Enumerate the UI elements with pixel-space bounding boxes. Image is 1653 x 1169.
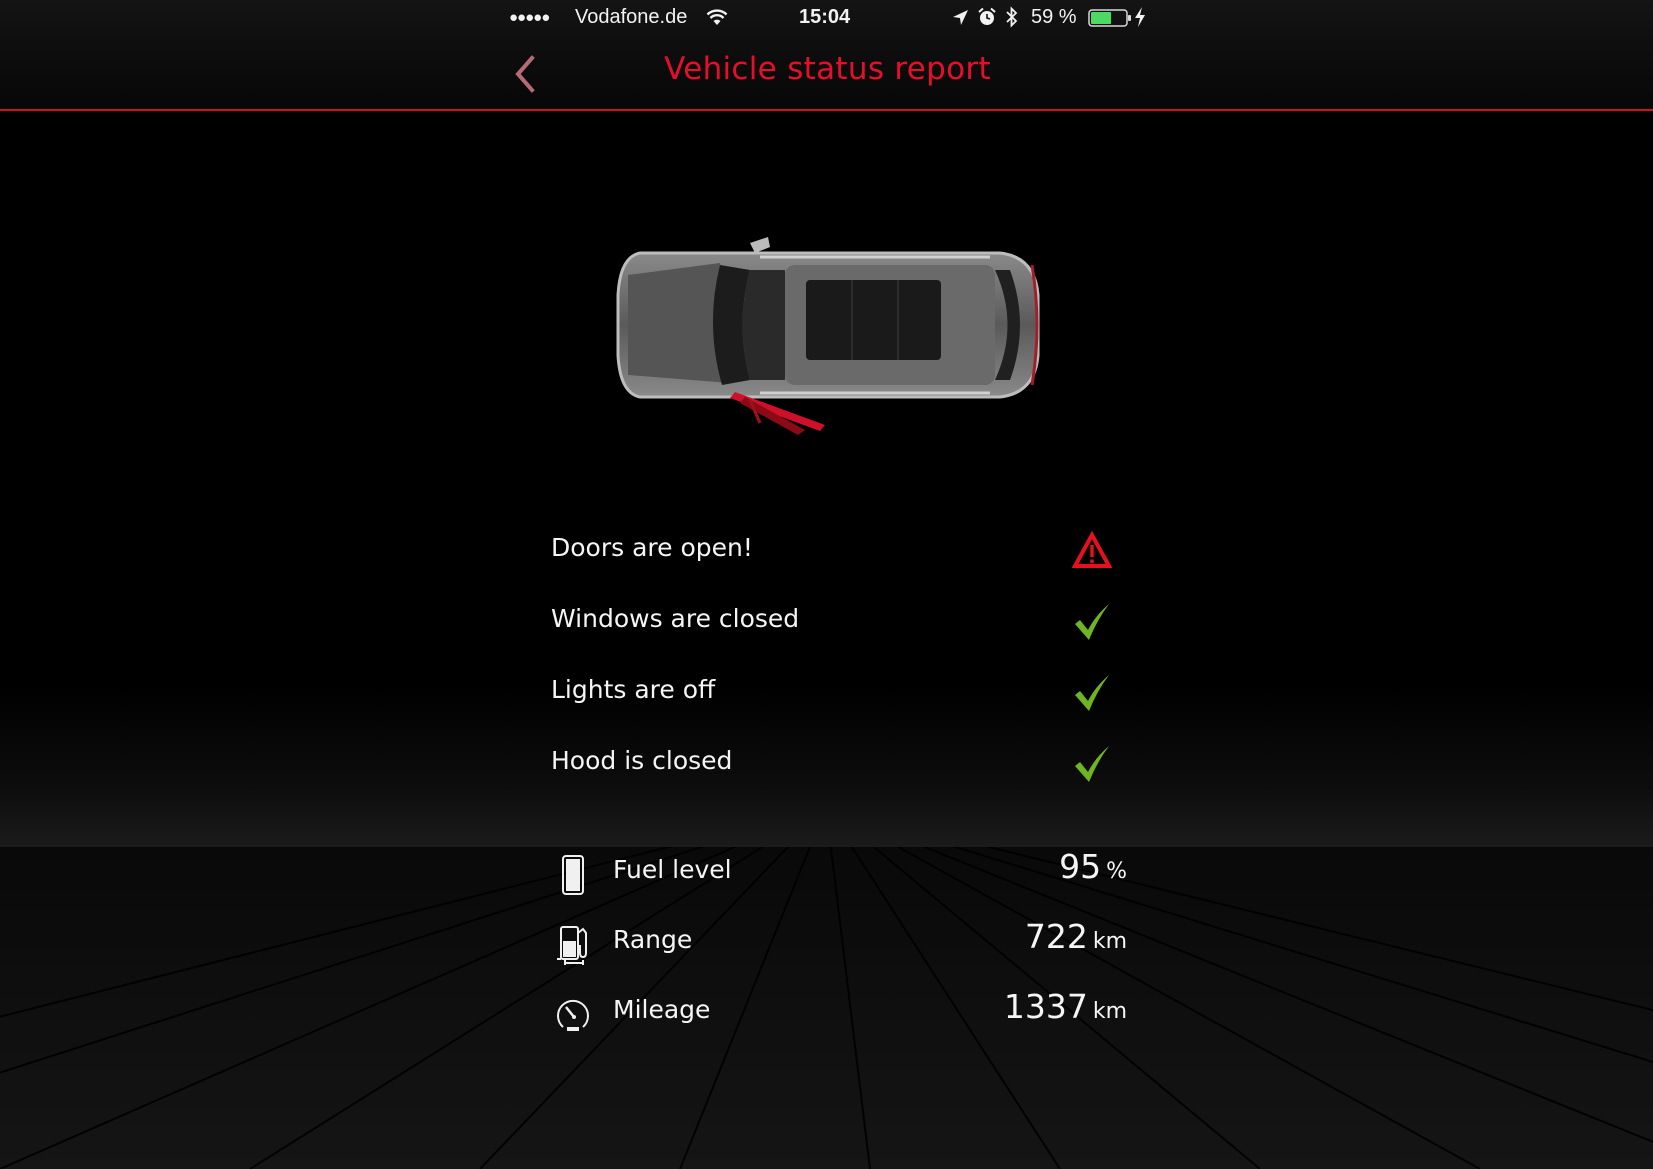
vehicle-metrics: Fuel level 95% Range 722 km Mileage 1337 k… [555, 847, 1127, 1057]
status-label: Doors are open! [551, 533, 753, 562]
fuel-gauge-icon [562, 855, 584, 895]
wifi-icon [706, 9, 728, 25]
range-unit: km [1092, 929, 1127, 954]
metric-label: Range [613, 925, 693, 954]
mileage-value: 1337 [1003, 987, 1088, 1026]
status-item-doors: Doors are open! [551, 527, 1121, 598]
fuel-level-value: 95 [1059, 847, 1102, 886]
status-label: Hood is closed [551, 746, 733, 775]
fuel-level-unit: % [1106, 859, 1127, 884]
fuel-pump-icon [557, 926, 587, 965]
vehicle-top-view-image [616, 237, 1040, 435]
range-value: 722 [1024, 917, 1088, 956]
status-label: Windows are closed [551, 604, 800, 633]
status-item-lights: Lights are off [551, 669, 1121, 740]
mileage-unit: km [1092, 999, 1127, 1024]
metric-mileage: Mileage 1337 km [555, 987, 1127, 1057]
location-arrow-icon [953, 10, 968, 25]
clock: 15:04 [799, 6, 851, 28]
metric-label: Mileage [613, 995, 711, 1024]
checkmark-icon [1075, 675, 1109, 711]
metric-fuel-level: Fuel level 95% [555, 847, 1127, 917]
battery-percentage: 59 % [1031, 6, 1077, 28]
metric-label: Fuel level [613, 855, 732, 884]
status-item-hood: Hood is closed [551, 740, 1121, 811]
checkmark-icon [1075, 604, 1109, 640]
signal-strength-dots: ●●●●● [509, 9, 550, 26]
bluetooth-icon [1006, 6, 1018, 28]
metric-range: Range 722 km [555, 917, 1127, 987]
metric-value: 722 km [1025, 917, 1127, 956]
battery-icon [1088, 9, 1131, 27]
status-item-windows: Windows are closed [551, 598, 1121, 669]
metric-value: 95% [1059, 847, 1127, 886]
vehicle-status-list: Doors are open! Windows are closed Light… [551, 527, 1121, 811]
speedometer-icon [557, 999, 589, 1031]
page-title: Vehicle status report [664, 51, 991, 87]
charging-bolt-icon [1135, 7, 1145, 27]
warning-triangle-icon [1071, 531, 1113, 568]
alarm-icon [978, 7, 996, 25]
metric-value: 1337 km [1004, 987, 1127, 1026]
carrier-name: Vodafone.de [575, 6, 688, 28]
status-bar: ●●●●● Vodafone.de 15:04 59 % [0, 0, 1653, 38]
checkmark-icon [1075, 746, 1109, 782]
status-label: Lights are off [551, 675, 716, 704]
